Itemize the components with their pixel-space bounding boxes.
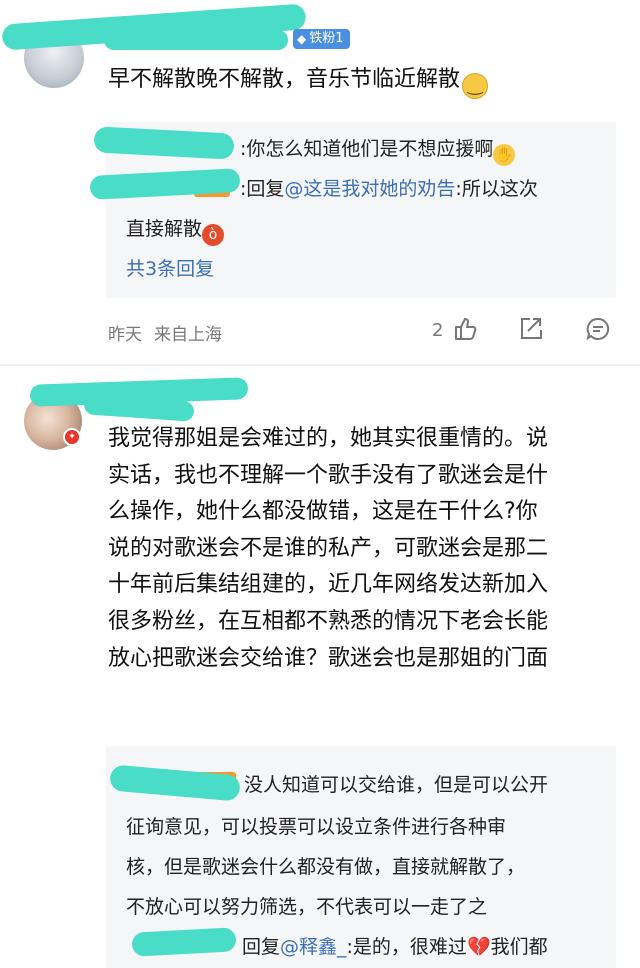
- divider: [0, 364, 640, 366]
- comment-line: 么操作，她什么都没做错，这是在干什么?你: [108, 499, 538, 525]
- like-count: 2: [432, 320, 444, 341]
- reply-item[interactable]: :回复@这是我对她的劝告:所以这次: [240, 174, 538, 201]
- reply-prefix: 回复: [242, 936, 281, 958]
- comment-line: 我觉得那姐是会难过的，她其实很重情的。说: [108, 426, 549, 451]
- comment-line: 说的对歌迷会不是谁的私产，可歌迷会是那二: [108, 535, 549, 561]
- diamond-icon: ◆: [297, 32, 307, 46]
- reply-item[interactable]: 没人知道可以交给谁，但是可以公开: [244, 770, 548, 797]
- mention-link[interactable]: @释鑫_: [280, 936, 347, 958]
- reply-item-continued: 征询意见，可以投票可以设立条件进行各种审: [126, 816, 507, 838]
- reply-item-continued: 核，但是歌迷会什么都没有做，直接就解散了，: [126, 856, 526, 878]
- mention-link[interactable]: @这是我对她的劝告: [284, 178, 455, 200]
- reply-text: :是的，很难过: [346, 936, 467, 958]
- reply-item[interactable]: :你怎么知道他们是不想应援啊 ✋: [240, 134, 516, 166]
- reply-text: :你怎么知道他们是不想应援啊: [240, 138, 494, 160]
- reply-text: :所以这次: [455, 178, 538, 200]
- comment-text: 早不解散晚不解散，音乐节临近解散 ‿: [108, 64, 489, 99]
- verified-badge-icon: ✦: [63, 428, 81, 446]
- fan-badge: ◆ 铁粉1: [293, 29, 350, 49]
- more-replies-link[interactable]: 共3条回复: [126, 254, 214, 281]
- comment-line: 十年前后集结组建的，近几年网络发达新加入: [108, 572, 549, 598]
- location: 来自上海: [154, 325, 222, 345]
- timestamp: 昨天: [108, 325, 142, 345]
- comment-text: 我觉得那姐是会难过的，她其实很重情的。说 实话，我也不理解一个歌手没有了歌迷会是…: [108, 421, 618, 677]
- comment-meta: 昨天 来自上海: [108, 320, 222, 345]
- broken-heart-icon: 💔: [466, 936, 491, 958]
- angry-emoji-icon: ò: [202, 224, 225, 246]
- fan-badge-label: 铁粉1: [309, 31, 344, 46]
- share-icon[interactable]: [518, 316, 544, 342]
- reply-item-continued: 直接解散 ò: [126, 214, 225, 246]
- comment-body: 早不解散晚不解散，音乐节临近解散: [108, 67, 461, 92]
- reply-prefix: :回复: [240, 178, 285, 200]
- hush-emoji-icon: ✋: [493, 144, 516, 166]
- reply-item[interactable]: 回复@释鑫_:是的，很难过💔我们都: [242, 932, 548, 959]
- comment-line: 放心把歌迷会交给谁？歌迷会也是那姐的门面: [108, 645, 549, 671]
- reply-item-continued: 不放心可以努力筛选，不代表可以一走了之: [126, 896, 488, 918]
- smile-emoji-icon: ‿: [462, 73, 489, 99]
- like-icon[interactable]: [452, 316, 478, 342]
- reply-text: 我们都: [490, 936, 548, 958]
- redaction-mark: [104, 30, 288, 50]
- reply-text: 直接解散: [126, 218, 203, 240]
- comment-icon[interactable]: [585, 316, 611, 342]
- comment-line: 很多粉丝，在互相都不熟悉的情况下老会长能: [108, 608, 549, 634]
- comment-line: 实话，我也不理解一个歌手没有了歌迷会是什: [108, 462, 549, 488]
